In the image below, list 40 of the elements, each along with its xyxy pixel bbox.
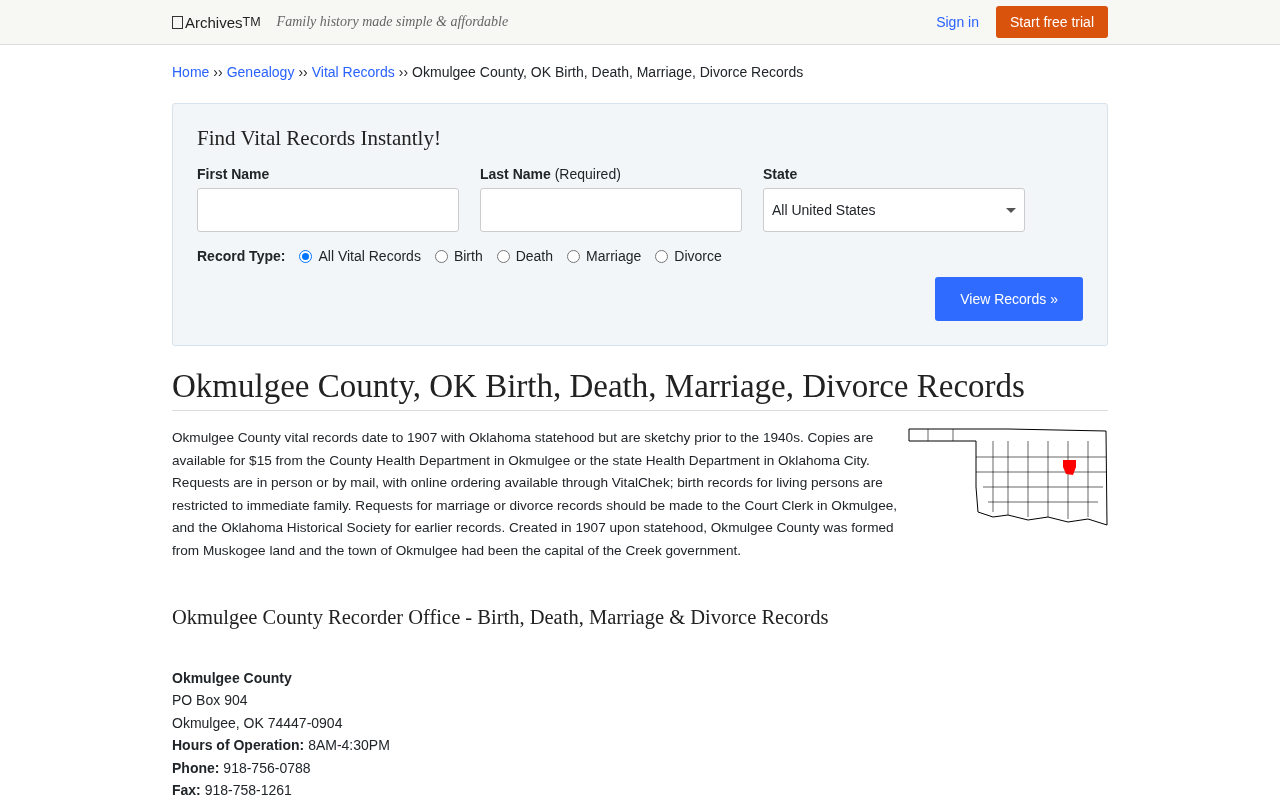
radio-icon[interactable] [496,249,510,263]
record-type-radio[interactable]: Divorce [655,248,722,264]
breadcrumb-link[interactable]: Vital Records [311,64,395,80]
breadcrumb-current: Okmulgee County, OK Birth, Death, Marriage, Divorce Records [412,64,804,80]
radio-icon[interactable] [434,249,448,263]
name-input[interactable] [480,188,742,232]
breadcrumb-separator: ›› [398,64,409,80]
record-type-radio[interactable]: All Vital Records [299,248,421,264]
section-heading: Okmulgee County Recorder Office - Birth, Death, Marriage & Divorce Records [172,606,830,629]
record-type-radio[interactable]: Birth [434,248,483,264]
sign-in-link[interactable]: Sign in [936,14,979,30]
office-name: Okmulgee County [172,669,293,688]
breadcrumb-link[interactable]: Home [172,64,210,80]
field-label: Last Name (Required) [480,166,622,182]
name-input[interactable] [197,188,459,232]
address-line: PO Box 904 [172,691,249,711]
radio-icon[interactable] [655,249,669,263]
box-icon [172,15,183,29]
tagline: Family history made simple & affordable [276,14,509,30]
record-type-radio[interactable]: Marriage [567,248,642,264]
breadcrumb-link[interactable]: Genealogy [226,64,295,80]
radio-icon[interactable] [567,249,581,263]
office-detail: Fax: 918-758-1261 [172,781,293,800]
state-select[interactable]: All United States [763,188,1025,232]
search-title: Find Vital Records Instantly! [197,126,442,151]
page-heading: Okmulgee County, OK Birth, Death, Marriage, Divorce Records [172,368,1108,411]
breadcrumb-separator: ›› [213,64,223,80]
start-trial-button[interactable]: Start free trial [995,6,1108,38]
view-records-button[interactable]: View Records » [935,277,1083,321]
office-detail: Hours of Operation: 8AM-4:30PM [172,736,391,756]
caret-icon [1006,207,1016,213]
office-detail: Phone: 918-756-0788 [172,758,312,778]
record-type-radio[interactable]: Death [496,248,554,264]
field-label: First Name [197,166,271,182]
intro-paragraph: Okmulgee County vital records date to 1907 with Oklahoma statehood but are sketchy prior to the 1940s. Copies are available for $15 from the County Health Department in Okmulgee or the state Health Department in Oklahoma City. Requests are in person or by mail, with online ordering available through VitalChek; birth records for living persons are restricted to immediate family. Requests for marriage or divorce records should be made to the Court Clerk in Okmulgee, and the Oklahoma Historical Society for earlier records. Created in 1907 upon statehood, Okmulgee County was formed from Muskogee land and the town of Okmulgee had been the capital of the Creek government. [172,429,899,560]
address-line: Okmulgee, OK 74447-0904 [172,713,344,733]
record-type-label: Record Type: [197,248,286,264]
breadcrumb-separator: ›› [298,64,308,80]
field-label: State [763,166,799,182]
radio-icon[interactable] [299,249,313,263]
